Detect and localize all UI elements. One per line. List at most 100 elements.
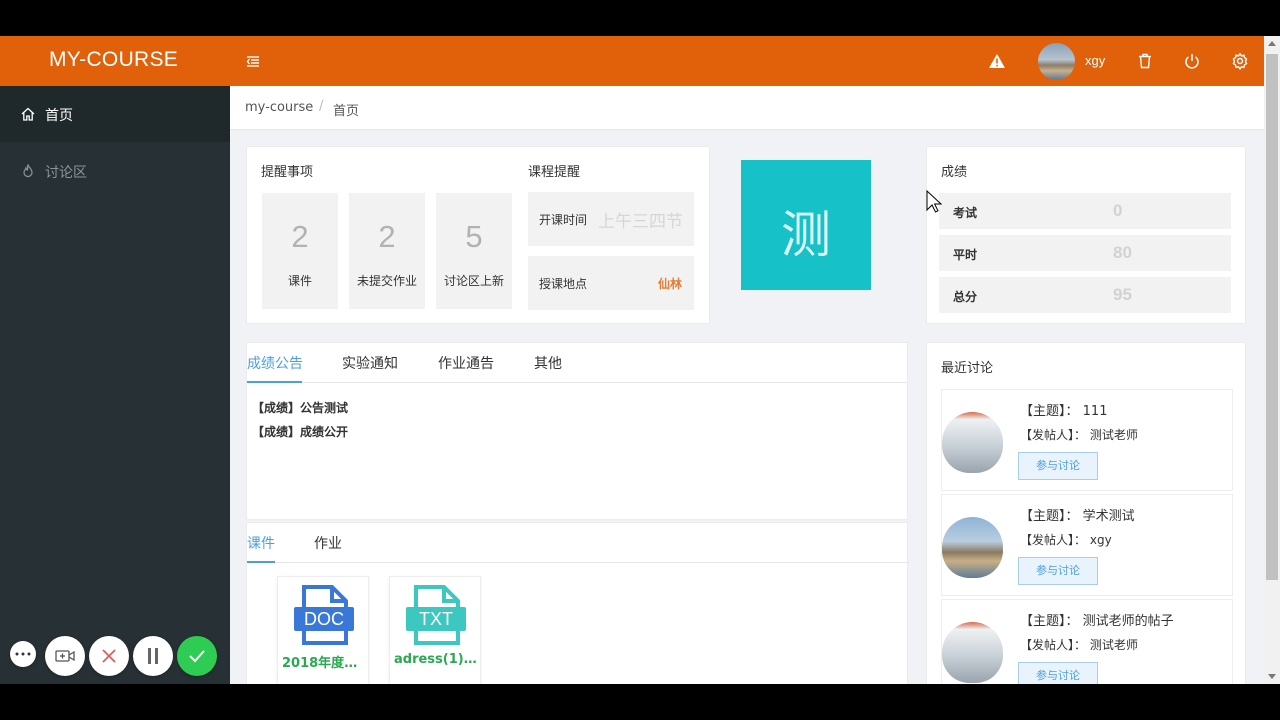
test-block-text: 测 (781, 206, 831, 264)
recorder-more-button[interactable] (10, 641, 36, 667)
discussion-item: 【主题】： 学术测试 【发帖人】： xgy 参与讨论 (941, 494, 1233, 596)
txt-file-icon-type: TXT (419, 609, 453, 629)
poster-value: 测试老师 (1089, 638, 1138, 652)
page-scrollbar[interactable] (1264, 36, 1280, 684)
file-card-txt[interactable]: TXT adress(1).txt (389, 576, 481, 684)
top-navbar: MY-COURSE xgy (0, 36, 1264, 86)
home-icon (21, 107, 35, 121)
topic-value: 测试老师的帖子 (1082, 614, 1174, 629)
tab-homework[interactable]: 作业 (314, 533, 342, 553)
file-tabs: 课件 作业 (247, 529, 909, 563)
trash-icon[interactable] (1136, 52, 1154, 70)
test-block[interactable]: 测 (741, 160, 871, 290)
discussion-item: 【主题】： 测试老师的帖子 【发帖人】： 测试老师 参与讨论 (941, 599, 1233, 684)
mouse-cursor-icon (926, 190, 942, 213)
scroll-up-arrow[interactable] (1268, 41, 1276, 46)
reminders-card: 提醒事项 2 课件 2 未提交作业 5 讨论区上新 课程提醒 开课时间 上午三四… (246, 146, 710, 324)
power-icon[interactable] (1183, 52, 1201, 70)
notice-item[interactable]: 【成绩】成绩公开 (252, 423, 348, 440)
sidebar-item-label: 讨论区 (45, 165, 87, 181)
topic-label: 【主题】： (1020, 614, 1079, 629)
stat-unsubmitted[interactable]: 2 未提交作业 (349, 193, 425, 309)
grade-label: 平时 (953, 248, 978, 262)
recorder-camera-button[interactable] (45, 636, 85, 676)
sidebar-item-discussion[interactable]: 讨论区 (0, 143, 230, 199)
app-screen: MY-COURSE xgy 首页 讨论区 my-course / 首页 提醒事项… (0, 36, 1280, 684)
join-discussion-button[interactable]: 参与讨论 (1018, 557, 1098, 585)
discussion-topic: 【主题】： 学术测试 (1020, 505, 1135, 524)
poster-value: 测试老师 (1089, 428, 1138, 442)
discussion-poster: 【发帖人】： 测试老师 (1020, 636, 1138, 653)
warning-icon[interactable] (988, 52, 1006, 70)
start-time-value: 上午三四节 (598, 212, 683, 232)
poster-label: 【发帖人】： (1020, 428, 1087, 442)
discussion-topic: 【主题】： 测试老师的帖子 (1020, 610, 1174, 629)
tab-homework-notice[interactable]: 作业通告 (438, 353, 494, 373)
user-avatar[interactable] (1038, 43, 1075, 80)
tab-lab-notice[interactable]: 实验通知 (342, 353, 398, 373)
poster-avatar (942, 622, 1003, 683)
grade-label: 总分 (953, 290, 978, 304)
discussion-topic: 【主题】： 111 (1020, 400, 1107, 419)
pause-icon (148, 648, 158, 664)
scroll-down-arrow[interactable] (1268, 674, 1276, 679)
username[interactable]: xgy (1085, 53, 1105, 68)
breadcrumb-separator: / (319, 99, 324, 114)
notice-item[interactable]: 【成绩】公告测试 (252, 399, 348, 416)
tab-grade-notice[interactable]: 成绩公告 (247, 353, 303, 373)
brand-logo[interactable]: MY-COURSE (49, 48, 178, 72)
poster-avatar (942, 412, 1003, 473)
grade-label: 考试 (953, 206, 978, 220)
doc-file-icon: DOC (294, 585, 354, 645)
recorder-cancel-button[interactable] (89, 636, 129, 676)
recorder-pause-button[interactable] (133, 636, 173, 676)
location-box: 授课地点 仙林 (528, 256, 694, 310)
location-value: 仙林 (657, 277, 682, 291)
file-name: adress(1).txt (394, 652, 478, 667)
reminders-title: 提醒事项 (261, 165, 314, 180)
recorder-finish-button[interactable] (177, 636, 217, 676)
poster-avatar (942, 517, 1003, 578)
stat-value: 2 (291, 219, 309, 254)
grades-title: 成绩 (941, 165, 968, 180)
grade-value: 95 (1113, 285, 1132, 304)
stat-discussion-new[interactable]: 5 讨论区上新 (436, 193, 512, 309)
check-icon (189, 650, 205, 663)
join-discussion-button[interactable]: 参与讨论 (1018, 452, 1098, 480)
tab-active-indicator (247, 381, 302, 383)
stat-label: 未提交作业 (356, 274, 417, 288)
grade-row-regular: 平时 80 (939, 235, 1231, 271)
breadcrumb-current: 首页 (333, 104, 360, 119)
file-card-doc[interactable]: DOC 2018年度计划 (277, 576, 369, 684)
sidebar-item-home[interactable]: 首页 (0, 86, 230, 142)
grade-value: 0 (1113, 201, 1123, 220)
grade-value: 80 (1113, 243, 1132, 262)
discussions-card: 最近讨论 【主题】： 111 【发帖人】： 测试老师 参与讨论 【主题】： 学术… (926, 342, 1246, 684)
discussion-poster: 【发帖人】： 测试老师 (1020, 426, 1138, 443)
start-time-label: 开课时间 (539, 213, 588, 227)
poster-label: 【发帖人】： (1020, 533, 1087, 547)
file-name: 2018年度计划 (282, 656, 366, 671)
discussion-item: 【主题】： 111 【发帖人】： 测试老师 参与讨论 (941, 389, 1233, 491)
sidebar-item-label: 首页 (45, 108, 73, 124)
camera-icon (55, 650, 75, 662)
discussion-poster: 【发帖人】： xgy (1020, 531, 1112, 548)
sidebar: 首页 讨论区 (0, 86, 230, 684)
poster-label: 【发帖人】： (1020, 638, 1087, 652)
breadcrumb: my-course / 首页 (230, 86, 1264, 130)
topic-value: 学术测试 (1082, 509, 1135, 524)
menu-toggle-icon[interactable] (246, 54, 260, 68)
tab-courseware[interactable]: 课件 (247, 533, 275, 553)
scroll-thumb[interactable] (1266, 54, 1278, 580)
settings-icon[interactable] (1231, 52, 1249, 70)
stat-courseware[interactable]: 2 课件 (262, 193, 338, 309)
tab-other[interactable]: 其他 (534, 353, 562, 373)
tab-active-indicator (247, 561, 275, 563)
stat-label: 讨论区上新 (443, 274, 504, 288)
location-label: 授课地点 (539, 277, 588, 291)
doc-file-icon-type: DOC (304, 609, 344, 629)
join-discussion-button[interactable]: 参与讨论 (1018, 662, 1098, 684)
stat-label: 课件 (287, 274, 312, 288)
breadcrumb-root[interactable]: my-course (245, 100, 313, 115)
course-reminder-title: 课程提醒 (528, 165, 581, 180)
